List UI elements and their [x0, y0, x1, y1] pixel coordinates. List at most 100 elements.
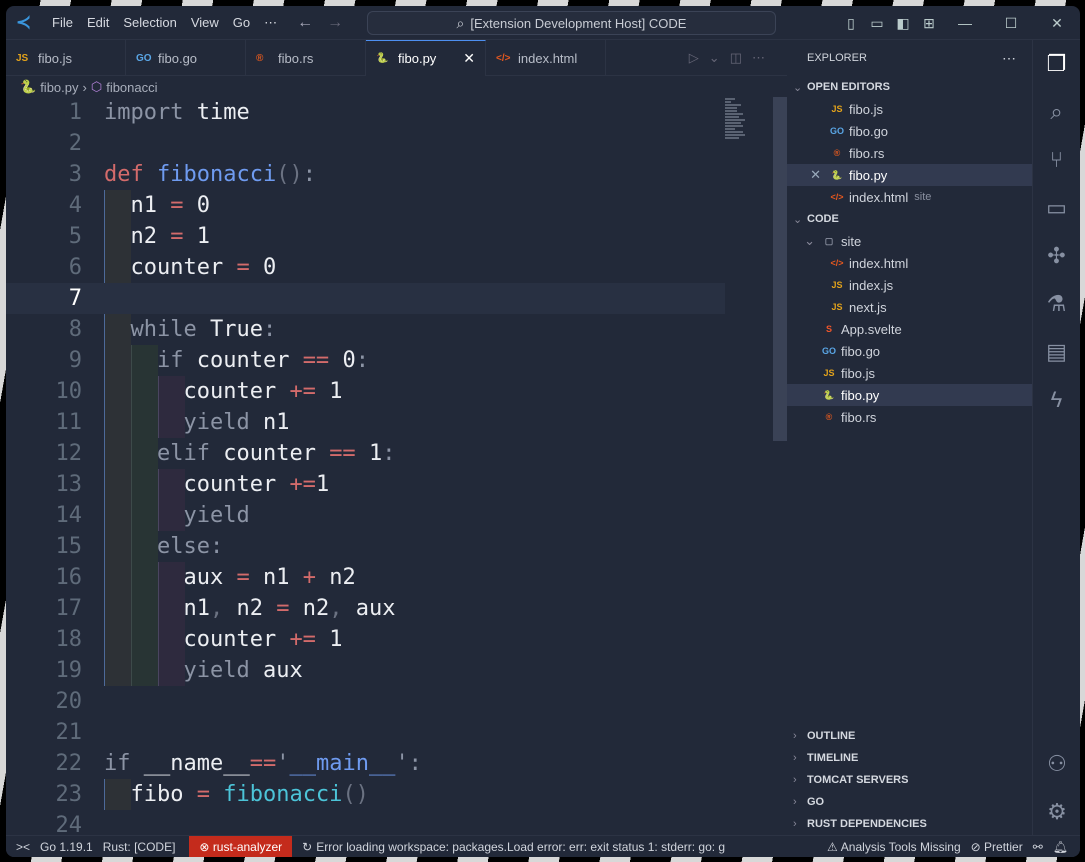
section-outline[interactable]: › OUTLINE: [787, 725, 1032, 747]
folder-section[interactable]: ⌄ CODE: [787, 208, 1032, 230]
code-line[interactable]: 14 yield: [6, 500, 725, 531]
code-line[interactable]: 21: [6, 717, 725, 748]
open-editor-item[interactable]: JS fibo.js: [787, 98, 1032, 120]
code-editor[interactable]: 1 import time 2 3 def fibonacci(): 4 n1 = 05 …: [6, 97, 725, 841]
file-item[interactable]: </> index.html: [787, 252, 1032, 274]
open-editors-section[interactable]: ⌄ OPEN EDITORS: [787, 76, 1032, 98]
folder-icon[interactable]: ▤: [1033, 328, 1080, 376]
code-line[interactable]: 11 yield n1: [6, 407, 725, 438]
go-version[interactable]: Go 1.19.1: [40, 840, 93, 854]
folder-item[interactable]: ⌄ ▢ site: [787, 230, 1032, 252]
section-tomcat-servers[interactable]: › TOMCAT SERVERS: [787, 769, 1032, 791]
code-line[interactable]: 5 n2 = 1: [6, 221, 725, 252]
status-message[interactable]: Error loading workspace: packages.Load e…: [316, 840, 725, 854]
file-item[interactable]: S App.svelte: [787, 318, 1032, 340]
tab-fibo-go[interactable]: GO fibo.go: [126, 40, 246, 76]
close-editor-icon[interactable]: ✕: [787, 167, 827, 183]
file-item[interactable]: JS index.js: [787, 274, 1032, 296]
command-center[interactable]: ⌕ [Extension Development Host] CODE: [367, 11, 776, 35]
remote-indicator[interactable]: ><: [16, 840, 30, 854]
run-icon[interactable]: ▷: [689, 50, 699, 66]
toggle-secondary-sidebar-icon[interactable]: ◧: [890, 15, 916, 32]
toggle-sidebar-icon[interactable]: ▯: [838, 15, 864, 32]
section-rust-dependencies[interactable]: › RUST DEPENDENCIES: [787, 813, 1032, 835]
gear-icon[interactable]: ⚙: [1033, 788, 1080, 836]
more-actions-icon[interactable]: ⋯: [1002, 50, 1016, 67]
menu-item-file[interactable]: File: [52, 15, 73, 30]
open-editor-item[interactable]: GO fibo.go: [787, 120, 1032, 142]
menu-item-view[interactable]: View: [191, 15, 219, 30]
tab-index-html[interactable]: </> index.html: [486, 40, 606, 76]
prettier-status[interactable]: ⊘ Prettier: [971, 840, 1023, 854]
file-item[interactable]: JS fibo.js: [787, 362, 1032, 384]
menu-item-selection[interactable]: Selection: [123, 15, 176, 30]
code-line[interactable]: 22 if __name__=='__main__':: [6, 748, 725, 779]
menu-item-edit[interactable]: Edit: [87, 15, 109, 30]
chevron-down-icon: ⌄: [793, 81, 803, 94]
file-item[interactable]: JS next.js: [787, 296, 1032, 318]
tab-fibo-rs[interactable]: ® fibo.rs: [246, 40, 366, 76]
open-editor-item[interactable]: ✕ 🐍 fibo.py: [787, 164, 1032, 186]
code-line[interactable]: 18 counter += 1: [6, 624, 725, 655]
close-tab-icon[interactable]: ✕: [463, 50, 475, 67]
tab-label: fibo.py: [398, 51, 437, 66]
file-label: fibo.go: [849, 123, 889, 139]
editor-scrollbar[interactable]: [773, 97, 787, 441]
account-icon[interactable]: ⚇: [1033, 740, 1080, 788]
accounts-icon[interactable]: ⚯: [1033, 840, 1043, 854]
code-line[interactable]: 23 fibo = fibonacci(): [6, 779, 725, 810]
section-go[interactable]: › GO: [787, 791, 1032, 813]
code-line[interactable]: 17 n1, n2 = n2, aux: [6, 593, 725, 624]
code-line[interactable]: 15 else:: [6, 531, 725, 562]
search-icon[interactable]: ⌕: [1033, 88, 1080, 136]
split-editor-icon[interactable]: ◫: [730, 50, 742, 66]
chevron-down-icon[interactable]: ⌄: [709, 50, 720, 66]
extensions-icon[interactable]: ✣: [1033, 232, 1080, 280]
code-line[interactable]: 10 counter += 1: [6, 376, 725, 407]
code-line[interactable]: 9 if counter == 0:: [6, 345, 725, 376]
toggle-panel-icon[interactable]: ▭: [864, 15, 890, 32]
rust-analyzer-error-badge[interactable]: ⊗ rust-analyzer: [189, 835, 293, 857]
tab-fibo-py[interactable]: 🐍 fibo.py ✕: [366, 40, 486, 76]
testing-flask-icon[interactable]: ⚗: [1033, 280, 1080, 328]
tab-fibo-js[interactable]: JS fibo.js: [6, 40, 126, 76]
lightning-icon[interactable]: ϟ: [1033, 376, 1080, 424]
rust-workspace[interactable]: Rust: [CODE]: [103, 840, 176, 854]
forward-arrow-icon[interactable]: →: [327, 14, 343, 31]
menu-item-more[interactable]: ⋯: [264, 15, 277, 30]
code-line[interactable]: 7: [6, 283, 725, 314]
section-timeline[interactable]: › TIMELINE: [787, 747, 1032, 769]
code-line[interactable]: 1 import time: [6, 97, 725, 128]
minimize-button[interactable]: —: [942, 15, 988, 31]
file-item[interactable]: 🐍 fibo.py: [787, 384, 1032, 406]
customize-layout-icon[interactable]: ⊞: [916, 15, 942, 32]
explorer-files-icon[interactable]: ❐: [1033, 40, 1080, 88]
code-line[interactable]: 6 counter = 0: [6, 252, 725, 283]
code-line[interactable]: 3 def fibonacci():: [6, 159, 725, 190]
open-editor-item[interactable]: ® fibo.rs: [787, 142, 1032, 164]
minimap[interactable]: [725, 97, 773, 157]
breadcrumb-symbol[interactable]: fibonacci: [106, 80, 157, 95]
code-line[interactable]: 4 n1 = 0: [6, 190, 725, 221]
back-arrow-icon[interactable]: ←: [297, 14, 313, 31]
file-item[interactable]: ® fibo.rs: [787, 406, 1032, 428]
code-line[interactable]: 13 counter +=1: [6, 469, 725, 500]
source-control-icon[interactable]: ⑂: [1033, 136, 1080, 184]
close-window-button[interactable]: ✕: [1034, 15, 1080, 32]
more-actions-icon[interactable]: ⋯: [752, 50, 765, 66]
analysis-tools-status[interactable]: Analysis Tools Missing: [841, 840, 961, 854]
code-line[interactable]: 20: [6, 686, 725, 717]
file-item[interactable]: GO fibo.go: [787, 340, 1032, 362]
notifications-bell-icon[interactable]: 🔔︎: [1053, 840, 1068, 854]
maximize-button[interactable]: ☐: [988, 15, 1034, 32]
remote-explorer-icon[interactable]: ▭: [1033, 184, 1080, 232]
code-line[interactable]: 8 while True:: [6, 314, 725, 345]
js-file-icon: JS: [831, 280, 843, 290]
menu-item-go[interactable]: Go: [233, 15, 250, 30]
code-line[interactable]: 12 elif counter == 1:: [6, 438, 725, 469]
breadcrumb-file[interactable]: fibo.py: [40, 80, 78, 95]
code-line[interactable]: 19 yield aux: [6, 655, 725, 686]
open-editor-item[interactable]: </> index.html site: [787, 186, 1032, 208]
code-line[interactable]: 16 aux = n1 + n2: [6, 562, 725, 593]
code-line[interactable]: 2: [6, 128, 725, 159]
